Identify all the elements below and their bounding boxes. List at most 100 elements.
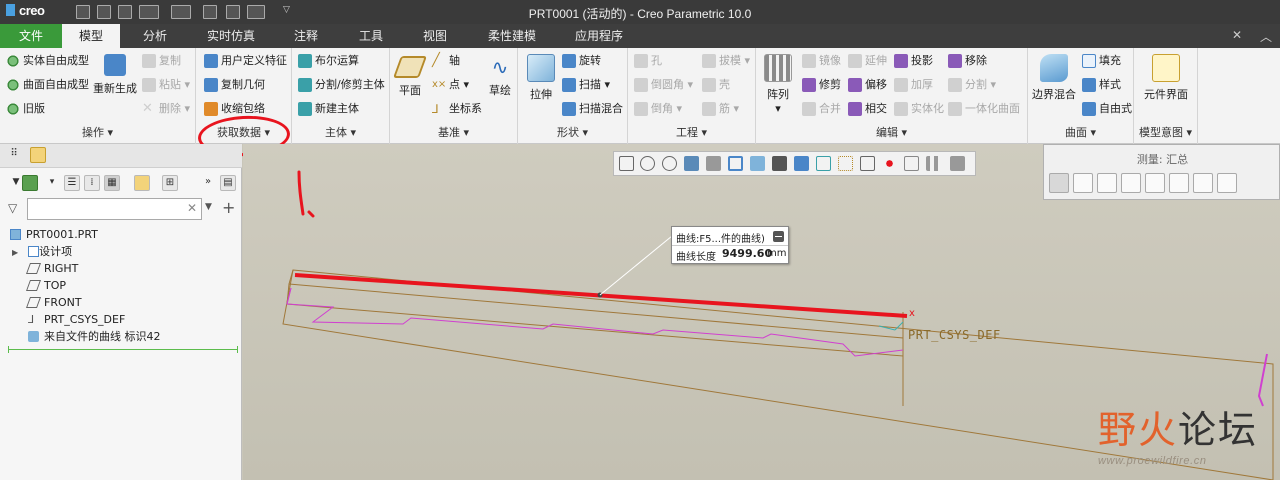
tree-item-right[interactable]: RIGHT (25, 260, 78, 277)
group-title[interactable]: 基准 ▾ (390, 124, 517, 140)
style-button[interactable]: 样式 (1082, 76, 1121, 94)
sweep-button[interactable]: 扫描 ▾ (562, 76, 610, 94)
rib-button[interactable]: 筋 ▾ (702, 100, 739, 118)
tree-item-root[interactable]: PRT0001.PRT (10, 226, 98, 243)
group-title[interactable]: 模型意图 ▾ (1134, 124, 1197, 140)
copy-button[interactable]: 复制 (142, 52, 181, 70)
measure-distance-icon[interactable] (1097, 173, 1117, 193)
clear-search-icon[interactable]: ✕ (187, 201, 197, 215)
tree-collapse-icon[interactable]: ⁞ (84, 175, 100, 191)
paste-button[interactable]: 粘贴 ▾ (142, 76, 190, 94)
trim-button[interactable]: 修剪 (802, 76, 841, 94)
extend-button[interactable]: 延伸 (848, 52, 887, 70)
insert-indicator[interactable] (8, 346, 238, 353)
merge-button[interactable]: 合并 (802, 100, 841, 118)
measure-angle-icon[interactable] (1121, 173, 1141, 193)
measure-transform-icon[interactable] (1217, 173, 1237, 193)
tab-analysis[interactable]: 分析 (130, 24, 180, 48)
swept-blend-button[interactable]: 扫描混合 (562, 100, 623, 118)
tree-item-csys[interactable]: ⅃ PRT_CSYS_DEF (28, 311, 125, 328)
solid-freestyle-button[interactable]: 实体自由成型 (6, 52, 89, 70)
show-icon[interactable] (134, 175, 150, 191)
remove-button[interactable]: 移除 (948, 52, 987, 70)
search-dropdown-icon[interactable]: ▼ (205, 202, 212, 212)
dropdown-icon[interactable]: ▾ (44, 175, 60, 191)
measure-volume-icon[interactable] (1193, 173, 1213, 193)
settings-icon[interactable]: ▤ (220, 175, 236, 191)
surface-freestyle-button[interactable]: 曲面自由成型 (6, 76, 89, 94)
tab-applications[interactable]: 应用程序 (566, 24, 632, 48)
tree-item-design-items[interactable]: ▶ 设计项 (12, 243, 72, 260)
perspective-icon[interactable] (706, 156, 721, 171)
tab-annotate[interactable]: 注释 (284, 24, 328, 48)
thicken-button[interactable]: 加厚 (894, 76, 933, 94)
tab-model[interactable]: 模型 (62, 24, 120, 48)
tree-columns-icon[interactable]: ▦ (104, 175, 120, 191)
tab-simulation[interactable]: 实时仿真 (196, 24, 266, 48)
sketch-button[interactable]: ∿ 草绘 (486, 56, 514, 98)
point-display-icon[interactable] (904, 156, 919, 171)
group-title[interactable]: 形状 ▾ (518, 124, 627, 140)
group-title[interactable]: 编辑 ▾ (756, 124, 1027, 140)
project-button[interactable]: 投影 (894, 52, 933, 70)
boundary-blend-button[interactable]: 边界混合 (1032, 54, 1076, 102)
delete-button[interactable]: ✕ 删除 ▾ (142, 100, 190, 118)
close-icon[interactable]: ✕ (1232, 28, 1242, 42)
folder-browser-tab-icon[interactable] (30, 147, 46, 163)
boolean-button[interactable]: 布尔运算 (298, 52, 359, 70)
add-icon[interactable]: + (222, 198, 235, 217)
tree-item-front[interactable]: FRONT (25, 294, 82, 311)
measure-more-icon[interactable] (1264, 173, 1280, 193)
tree-filter-icon[interactable]: ⊞ (162, 175, 178, 191)
part-icon[interactable] (22, 175, 38, 191)
annotation-display-icon[interactable] (838, 156, 853, 171)
plane-button[interactable]: 平面 (392, 56, 428, 98)
mirror-button[interactable]: 镜像 (802, 52, 841, 70)
group-title[interactable]: 曲面 ▾ (1028, 124, 1133, 140)
split-trim-body-button[interactable]: 分割/修剪主体 (298, 76, 385, 94)
legacy-button[interactable]: 旧版 (6, 100, 45, 118)
section-icon[interactable] (794, 156, 809, 171)
component-interface-button[interactable]: 元件界面 (1140, 54, 1192, 102)
group-title[interactable]: 工程 ▾ (628, 124, 755, 140)
redo-view-icon[interactable] (950, 156, 965, 171)
offset-button[interactable]: 偏移 (848, 76, 887, 94)
new-body-button[interactable]: 新建主体 (298, 100, 359, 118)
fill-button[interactable]: 填充 (1082, 52, 1121, 70)
repaint-icon[interactable] (684, 156, 699, 171)
measure-length-icon[interactable] (1073, 173, 1093, 193)
solidify-button[interactable]: 实体化 (894, 100, 944, 118)
tree-list-icon[interactable]: ☰ (64, 175, 80, 191)
view-manager-icon[interactable] (772, 156, 787, 171)
shell-button[interactable]: 壳 (702, 76, 730, 94)
zoom-out-icon[interactable] (662, 156, 677, 171)
measure-summary-icon[interactable] (1049, 173, 1069, 193)
split-button[interactable]: 分割 ▾ (948, 76, 996, 94)
revolve-button[interactable]: 旋转 (562, 52, 601, 70)
csys-button[interactable]: ⅃ 坐标系 (432, 100, 482, 118)
model-tree-tab-icon[interactable]: ⠿ (6, 147, 22, 163)
collapse-callout-icon[interactable] (773, 231, 784, 242)
group-title[interactable]: 主体 ▾ (292, 124, 389, 140)
spin-center-icon[interactable] (860, 156, 875, 171)
pause-icon[interactable] (926, 156, 941, 171)
intersect-button[interactable]: 相交 (848, 100, 887, 118)
extrude-button[interactable]: 拉伸 (526, 54, 556, 102)
freestyle-button[interactable]: 自由式 (1082, 100, 1132, 118)
round-button[interactable]: 倒圆角 ▾ (634, 76, 693, 94)
datum-display-icon[interactable] (816, 156, 831, 171)
zoom-in-icon[interactable] (640, 156, 655, 171)
collapse-ribbon-icon[interactable]: ︿ (1260, 28, 1272, 45)
tree-search-input[interactable] (27, 198, 202, 220)
measurement-callout[interactable]: 曲线:F5...件的曲线) 曲线长度 9499.60 mm (671, 226, 789, 264)
draft-button[interactable]: 拔模 ▾ (702, 52, 750, 70)
chamfer-button[interactable]: 倒角 ▾ (634, 100, 682, 118)
unify-surface-button[interactable]: 一体化曲面 (948, 100, 1020, 118)
measure-area-icon[interactable] (1169, 173, 1189, 193)
tab-view[interactable]: 视图 (412, 24, 458, 48)
axis-button[interactable]: ╱ 轴 (432, 52, 460, 70)
regenerate-button[interactable]: 重新生成 (92, 54, 138, 96)
point-button[interactable]: x× 点 ▾ (432, 76, 469, 94)
more-icon[interactable]: » (200, 175, 216, 191)
copy-geometry-button[interactable]: 复制几何 (204, 76, 265, 94)
